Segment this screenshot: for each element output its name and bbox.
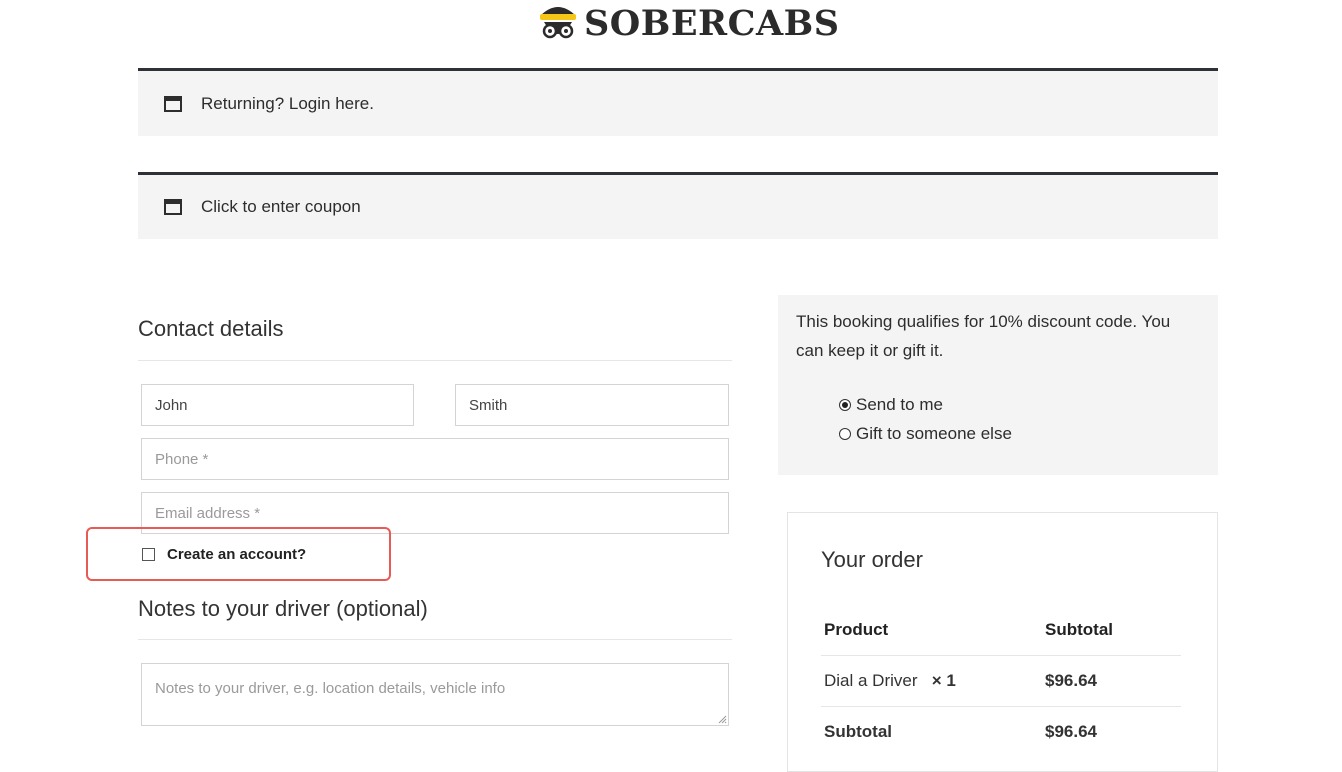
radio-gift-label[interactable]: Gift to someone else	[856, 424, 1012, 444]
login-link[interactable]: Returning? Login here.	[201, 94, 374, 114]
table-header-row: Product Subtotal	[821, 605, 1181, 656]
subtotal-header: Subtotal	[1042, 605, 1181, 656]
brand-name: SOBERCABS	[584, 3, 840, 44]
coupon-link[interactable]: Click to enter coupon	[201, 197, 361, 217]
chauffeur-logo-icon	[540, 7, 576, 39]
order-summary: Your order Product Subtotal Dial a Drive…	[787, 512, 1218, 772]
order-table: Product Subtotal Dial a Driver × 1 $96.6…	[821, 605, 1181, 757]
subtotal-value: $96.64	[1045, 722, 1097, 741]
notes-heading: Notes to your driver (optional)	[138, 596, 732, 640]
radio-send-to-me[interactable]: Send to me	[839, 395, 943, 415]
product-cell: Dial a Driver × 1	[821, 655, 1042, 707]
product-name: Dial a Driver	[824, 671, 918, 690]
discount-panel: This booking qualifies for 10% discount …	[778, 295, 1218, 475]
radio-button-checked[interactable]	[839, 399, 851, 411]
login-notice[interactable]: Returning? Login here.	[138, 68, 1218, 136]
window-icon	[164, 199, 182, 215]
subtotal-label: Subtotal	[824, 722, 892, 741]
radio-send-label[interactable]: Send to me	[856, 395, 943, 415]
highlight-annotation-box	[86, 527, 391, 581]
subtotal-row: Subtotal $96.64	[821, 707, 1181, 758]
window-icon	[164, 95, 182, 112]
radio-button[interactable]	[839, 428, 851, 440]
order-heading: Your order	[821, 547, 923, 572]
brand-logo[interactable]: SOBERCABS	[536, 0, 839, 48]
discount-message: This booking qualifies for 10% discount …	[796, 312, 1171, 360]
coupon-notice[interactable]: Click to enter coupon	[138, 172, 1218, 239]
product-header: Product	[821, 605, 1042, 656]
table-row: Dial a Driver × 1 $96.64	[821, 655, 1181, 707]
first-name-field[interactable]	[141, 384, 414, 426]
radio-gift[interactable]: Gift to someone else	[839, 424, 1012, 444]
product-price: $96.64	[1042, 655, 1181, 707]
resize-grip-icon[interactable]	[717, 714, 727, 724]
contact-details-heading: Contact details	[138, 316, 732, 361]
driver-notes-field[interactable]	[141, 663, 729, 726]
product-quantity: × 1	[931, 671, 956, 690]
last-name-field[interactable]	[455, 384, 729, 426]
phone-field[interactable]	[141, 438, 729, 480]
